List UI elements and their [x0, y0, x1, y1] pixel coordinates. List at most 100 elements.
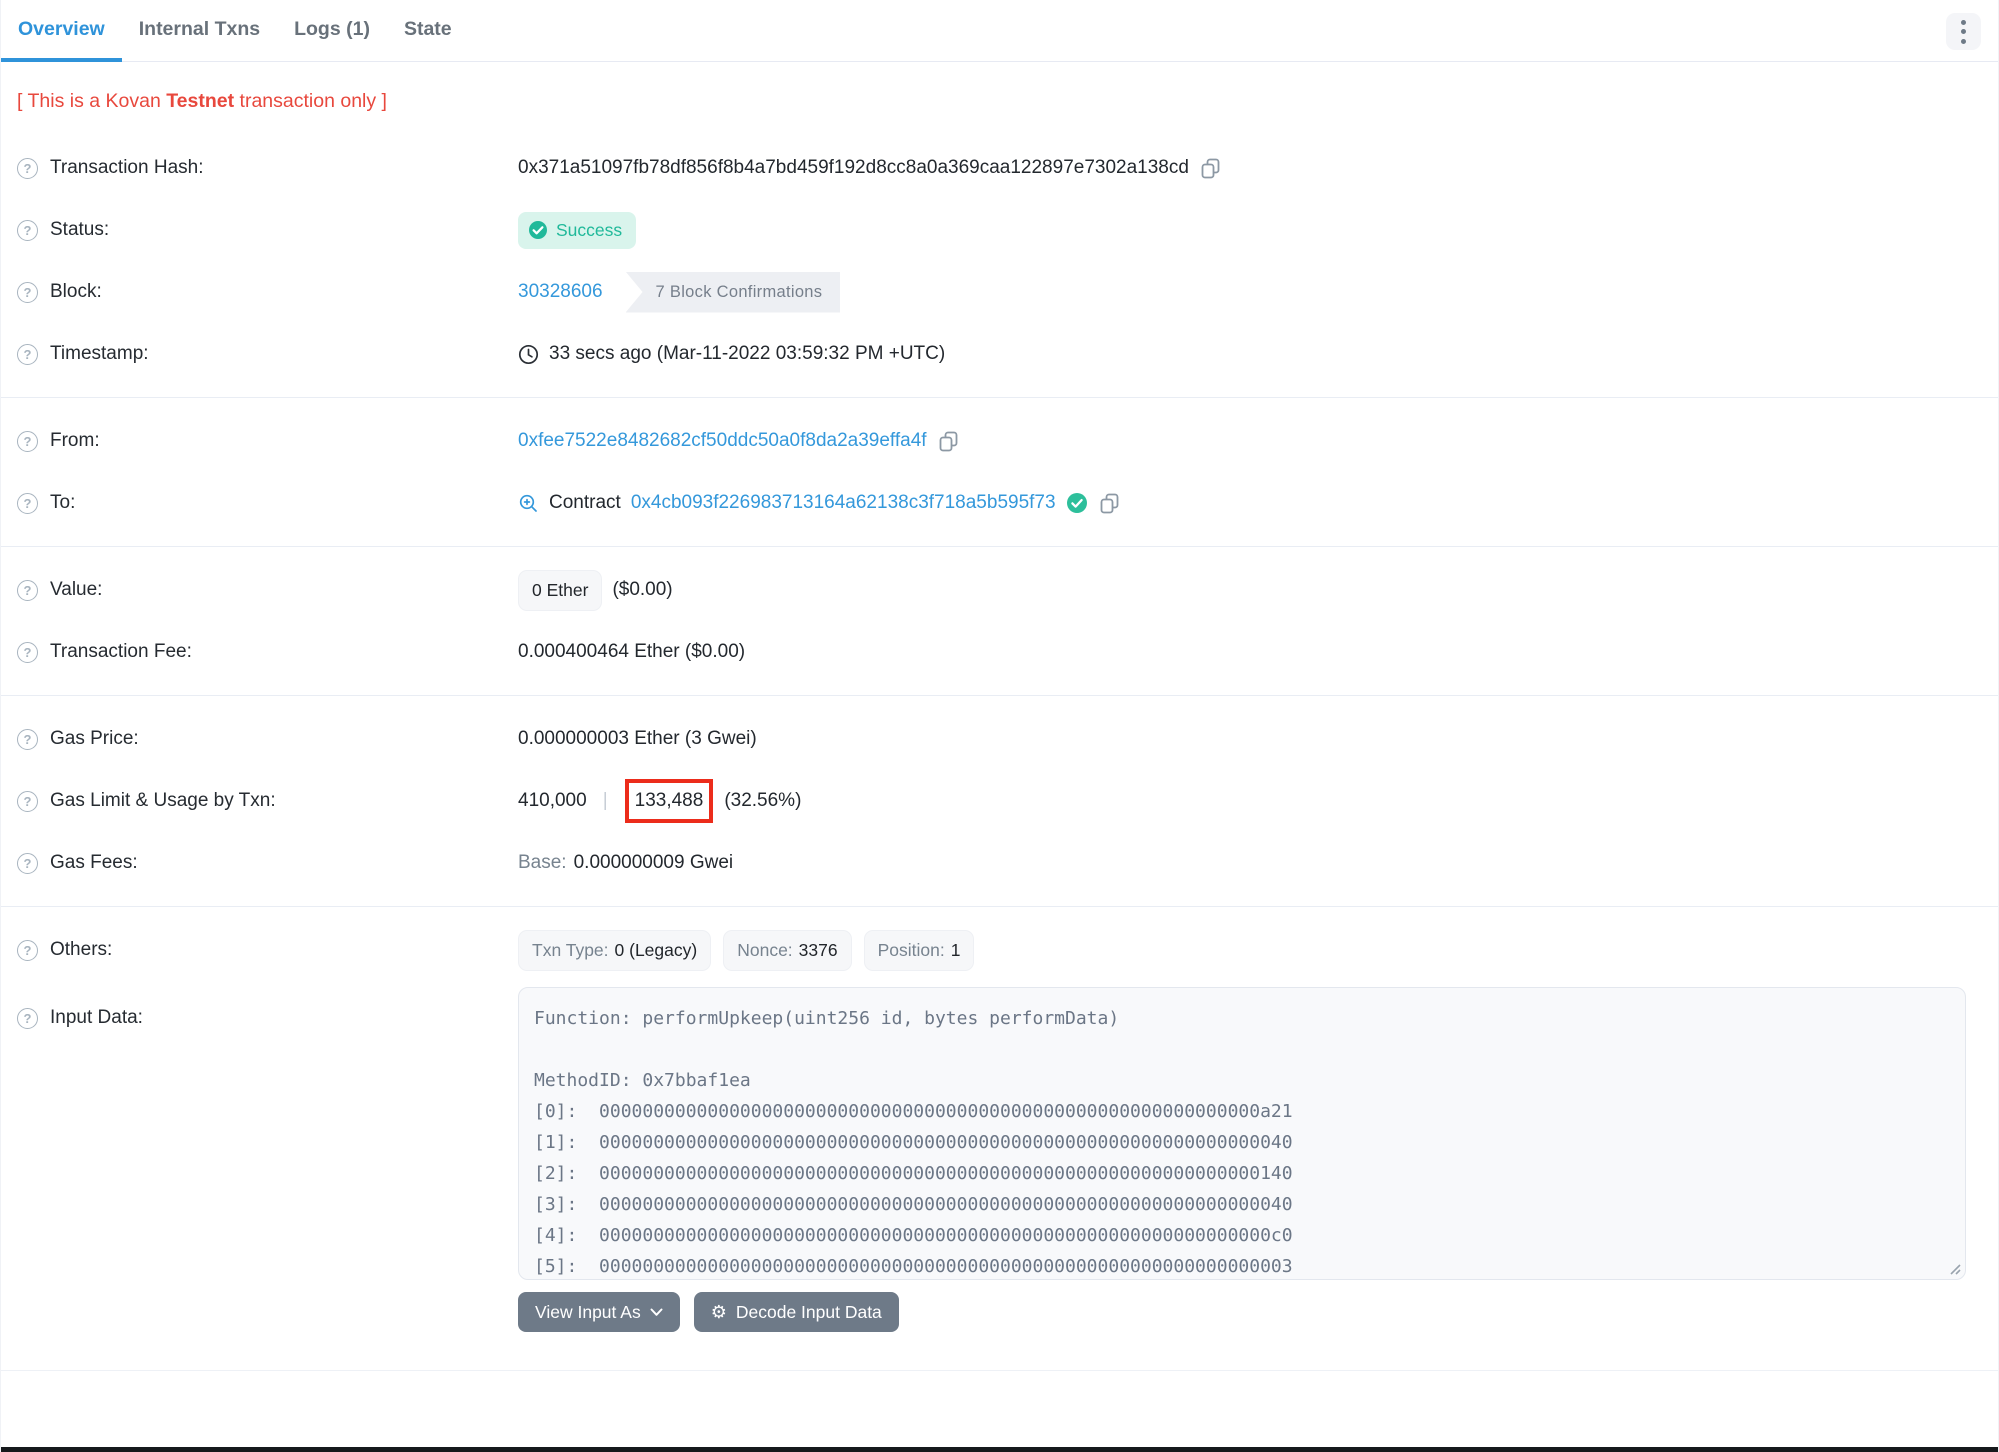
help-icon[interactable]	[17, 157, 38, 179]
row-transaction-fee: Transaction Fee: 0.000400464 Ether ($0.0…	[1, 621, 1998, 683]
help-icon[interactable]	[17, 281, 38, 303]
testnet-notice: [ This is a Kovan Testnet transaction on…	[17, 90, 1982, 113]
row-gas-fees: Gas Fees: Base: 0.000000009 Gwei	[1, 832, 1998, 894]
tab-overview[interactable]: Overview	[1, 0, 122, 62]
position-badge: Position: 1	[863, 929, 975, 971]
txn-type-key: Txn Type:	[532, 939, 609, 960]
timestamp-value: 33 secs ago (Mar-11-2022 03:59:32 PM +UT…	[549, 343, 946, 364]
status-badge: Success	[518, 211, 637, 249]
help-icon[interactable]	[17, 728, 38, 750]
copy-icon	[1201, 158, 1220, 178]
to-contract-word: Contract	[549, 492, 621, 513]
transaction-hash-label: Transaction Hash:	[50, 157, 204, 178]
from-address-link[interactable]: 0xfee7522e8482682cf50ddc50a0f8da2a39effa…	[518, 430, 927, 452]
to-label: To:	[50, 492, 76, 513]
tab-internal-txns[interactable]: Internal Txns	[122, 0, 277, 62]
help-icon[interactable]	[17, 852, 38, 874]
more-options-button[interactable]	[1946, 13, 1981, 50]
to-address-link[interactable]: 0x4cb093f226983713164a62138c3f718a5b595f…	[631, 492, 1056, 514]
testnet-notice-post: transaction only ]	[234, 90, 387, 112]
row-value: Value: 0 Ether ($0.00)	[1, 559, 1998, 621]
gears-icon: ⚙	[710, 1302, 727, 1322]
row-block: Block: 30328606 7 Block Confirmations	[1, 261, 1998, 323]
transaction-fee-value: 0.000400464 Ether ($0.00)	[518, 641, 746, 662]
verified-check-icon	[1066, 493, 1087, 513]
position-key: Position:	[877, 939, 945, 960]
testnet-notice-pre: [ This is a Kovan	[17, 90, 167, 112]
input-data-actions: View Input As ⚙ Decode Input Data	[518, 1292, 1998, 1332]
row-transaction-hash: Transaction Hash: 0x371a51097fb78df856f8…	[1, 137, 1998, 199]
gas-used-value-highlighted: 133,488	[624, 779, 714, 823]
bottom-edge-bar	[1, 1447, 1998, 1452]
input-data-textarea[interactable]: Function: performUpkeep(uint256 id, byte…	[518, 987, 1966, 1280]
row-to: To: Contract 0x4cb093f226983713164a62138…	[1, 472, 1998, 534]
zoom-in-icon[interactable]	[518, 493, 539, 514]
help-icon[interactable]	[17, 219, 38, 241]
gas-price-value: 0.000000003 Ether (3 Gwei)	[518, 728, 757, 749]
block-number-link[interactable]: 30328606	[518, 281, 603, 303]
chevron-down-icon	[650, 1308, 663, 1316]
timestamp-label: Timestamp:	[50, 343, 149, 364]
transaction-hash-value: 0x371a51097fb78df856f8b4a7bd459f192d8cc8…	[518, 157, 1189, 178]
decode-input-data-label: Decode Input Data	[735, 1301, 882, 1322]
value-usd: ($0.00)	[612, 579, 673, 600]
gas-limit-value: 410,000	[518, 790, 587, 811]
kebab-icon	[1961, 19, 1966, 25]
gas-fees-label: Gas Fees:	[50, 852, 138, 873]
nonce-key: Nonce:	[737, 939, 793, 960]
row-from: From: 0xfee7522e8482682cf50ddc50a0f8da2a…	[1, 410, 1998, 472]
others-label: Others:	[50, 939, 113, 960]
status-badge-text: Success	[556, 219, 623, 240]
input-data-content: Function: performUpkeep(uint256 id, byte…	[534, 1008, 1293, 1277]
help-icon[interactable]	[17, 790, 38, 812]
gas-limit-separator: |	[602, 790, 608, 811]
gas-fees-base-label: Base:	[518, 852, 567, 873]
row-gas-limit-usage: Gas Limit & Usage by Txn: 410,000 | 133,…	[1, 770, 1998, 832]
position-value: 1	[950, 939, 961, 960]
copy-hash-button[interactable]	[1199, 157, 1222, 180]
copy-to-address-button[interactable]	[1098, 492, 1121, 515]
copy-icon	[1100, 493, 1118, 513]
transaction-fee-label: Transaction Fee:	[50, 641, 192, 662]
help-icon[interactable]	[17, 492, 38, 514]
txn-type-value: 0 (Legacy)	[614, 939, 698, 960]
value-badge: 0 Ether	[518, 569, 603, 611]
decode-input-data-button[interactable]: ⚙ Decode Input Data	[693, 1292, 899, 1332]
row-gas-price: Gas Price: 0.000000003 Ether (3 Gwei)	[1, 708, 1998, 770]
testnet-notice-bold: Testnet	[166, 90, 235, 112]
gas-used-percent: (32.56%)	[724, 790, 802, 811]
divider	[1, 1370, 1998, 1371]
clock-icon	[518, 344, 539, 364]
help-icon[interactable]	[17, 939, 38, 961]
tab-logs[interactable]: Logs (1)	[277, 0, 387, 62]
tab-state[interactable]: State	[387, 0, 469, 62]
nonce-value: 3376	[798, 939, 838, 960]
from-label: From:	[50, 430, 100, 451]
tab-bar: Overview Internal Txns Logs (1) State	[1, 0, 1998, 62]
nonce-badge: Nonce: 3376	[723, 929, 852, 971]
help-icon[interactable]	[17, 579, 38, 601]
check-circle-icon	[529, 221, 547, 239]
gas-limit-label: Gas Limit & Usage by Txn:	[50, 790, 276, 811]
view-input-as-button[interactable]: View Input As	[518, 1292, 680, 1332]
block-label: Block:	[50, 281, 102, 302]
help-icon[interactable]	[17, 1007, 38, 1029]
copy-icon	[939, 431, 957, 451]
gas-fees-base-value: 0.000000009 Gwei	[573, 852, 734, 873]
block-confirmations-badge: 7 Block Confirmations	[625, 271, 841, 313]
help-icon[interactable]	[17, 641, 38, 663]
row-timestamp: Timestamp: 33 secs ago (Mar-11-2022 03:5…	[1, 323, 1998, 385]
view-input-as-label: View Input As	[535, 1301, 641, 1322]
row-input-data: Input Data: Function: performUpkeep(uint…	[1, 981, 1998, 1280]
copy-from-address-button[interactable]	[937, 430, 960, 453]
gas-price-label: Gas Price:	[50, 728, 139, 749]
row-status: Status: Success	[1, 199, 1998, 261]
input-data-label: Input Data:	[50, 1007, 143, 1028]
status-label: Status:	[50, 219, 110, 240]
resize-grip-icon[interactable]	[1947, 1261, 1962, 1276]
value-label: Value:	[50, 579, 103, 600]
help-icon[interactable]	[17, 430, 38, 452]
txn-type-badge: Txn Type: 0 (Legacy)	[518, 929, 712, 971]
help-icon[interactable]	[17, 343, 38, 365]
row-others: Others: Txn Type: 0 (Legacy) Nonce: 3376…	[1, 919, 1998, 981]
